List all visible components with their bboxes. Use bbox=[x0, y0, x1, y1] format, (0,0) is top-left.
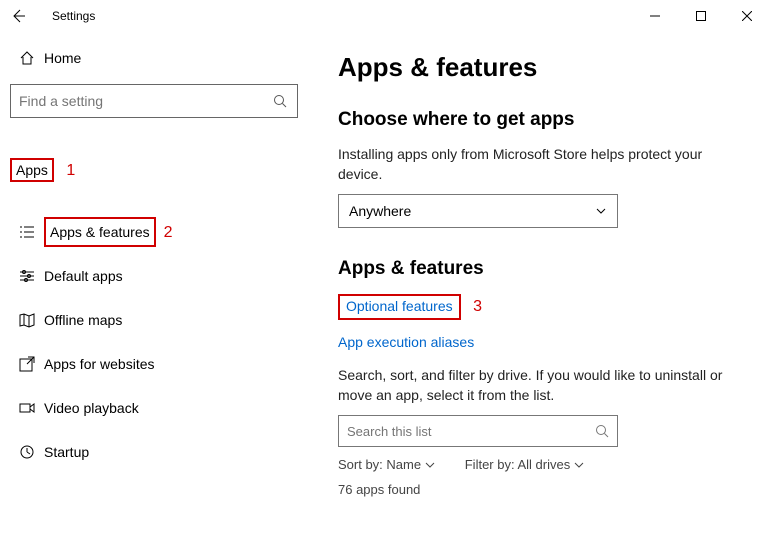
open-icon bbox=[14, 356, 40, 372]
titlebar: Settings bbox=[0, 0, 770, 32]
search-icon bbox=[273, 94, 289, 108]
sidebar-item-label: Apps for websites bbox=[44, 356, 155, 372]
sidebar-item-apps-features[interactable]: Apps & features 2 bbox=[10, 210, 300, 254]
apps-count: 76 apps found bbox=[338, 482, 742, 497]
chevron-down-icon bbox=[574, 461, 584, 469]
sidebar-home[interactable]: Home bbox=[10, 40, 300, 76]
sidebar-item-default-apps[interactable]: Default apps bbox=[10, 254, 300, 298]
where-dropdown-value: Anywhere bbox=[349, 203, 411, 219]
defaults-icon bbox=[14, 268, 40, 284]
af-heading: Apps & features bbox=[338, 258, 742, 280]
sidebar: Home Apps 1 Apps & features 2 Default app… bbox=[0, 32, 310, 550]
window-title: Settings bbox=[52, 9, 95, 23]
where-description: Installing apps only from Microsoft Stor… bbox=[338, 145, 742, 184]
app-execution-aliases-link[interactable]: App execution aliases bbox=[338, 334, 474, 350]
where-heading: Choose where to get apps bbox=[338, 109, 742, 131]
sidebar-item-label: Video playback bbox=[44, 400, 139, 416]
page-title: Apps & features bbox=[338, 52, 742, 83]
search-list-field[interactable] bbox=[347, 424, 595, 439]
home-icon bbox=[14, 50, 40, 66]
sidebar-item-apps-websites[interactable]: Apps for websites bbox=[10, 342, 300, 386]
list-icon bbox=[14, 224, 40, 240]
find-setting-field[interactable] bbox=[19, 93, 273, 109]
sidebar-item-video-playback[interactable]: Video playback bbox=[10, 386, 300, 430]
find-setting-input[interactable] bbox=[10, 84, 298, 118]
filter-description: Search, sort, and filter by drive. If yo… bbox=[338, 366, 742, 405]
filter-by-control[interactable]: Filter by: All drives bbox=[465, 457, 584, 472]
sidebar-item-startup[interactable]: Startup bbox=[10, 430, 300, 474]
maximize-button[interactable] bbox=[678, 0, 724, 32]
sidebar-item-label: Default apps bbox=[44, 268, 123, 284]
sidebar-item-label: Offline maps bbox=[44, 312, 122, 328]
filter-label: Filter by: bbox=[465, 457, 515, 472]
search-list-input[interactable] bbox=[338, 415, 618, 447]
startup-icon bbox=[14, 444, 40, 460]
minimize-button[interactable] bbox=[632, 0, 678, 32]
sidebar-item-offline-maps[interactable]: Offline maps bbox=[10, 298, 300, 342]
annotation-3: 3 bbox=[473, 298, 482, 315]
sidebar-section-apps: Apps bbox=[10, 158, 54, 182]
map-icon bbox=[14, 312, 40, 328]
annotation-2: 2 bbox=[164, 224, 173, 241]
sidebar-item-label: Apps & features bbox=[44, 217, 156, 247]
sort-label: Sort by: bbox=[338, 457, 383, 472]
sort-value: Name bbox=[386, 457, 421, 472]
close-button[interactable] bbox=[724, 0, 770, 32]
annotation-1: 1 bbox=[66, 162, 75, 179]
sidebar-item-label: Startup bbox=[44, 444, 89, 460]
video-icon bbox=[14, 400, 40, 416]
back-button[interactable] bbox=[10, 8, 34, 24]
sort-by-control[interactable]: Sort by: Name bbox=[338, 457, 435, 472]
search-icon bbox=[595, 424, 609, 438]
optional-features-link[interactable]: Optional features bbox=[346, 298, 453, 314]
chevron-down-icon bbox=[425, 461, 435, 469]
chevron-down-icon bbox=[595, 205, 607, 217]
sidebar-home-label: Home bbox=[44, 50, 81, 66]
filter-value: All drives bbox=[517, 457, 570, 472]
where-dropdown[interactable]: Anywhere bbox=[338, 194, 618, 228]
content-pane: Apps & features Choose where to get apps… bbox=[310, 32, 770, 550]
